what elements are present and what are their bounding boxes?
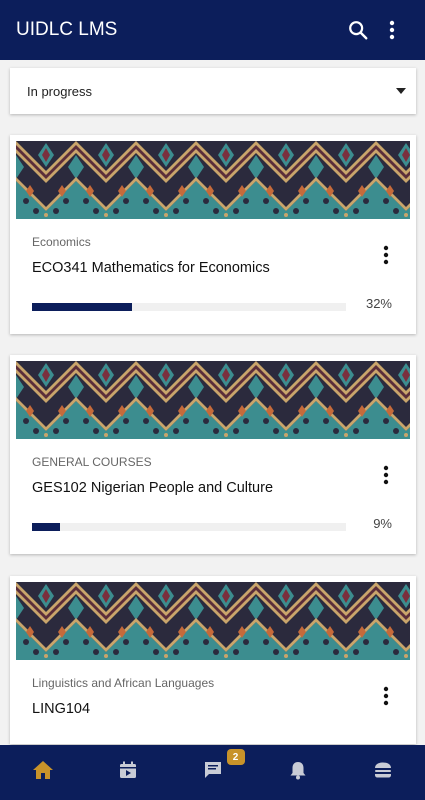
menu-icon: [373, 761, 393, 784]
course-card[interactable]: GENERAL COURSES GES102 Nigerian People a…: [10, 355, 416, 554]
course-category: GENERAL COURSES: [32, 455, 152, 469]
progress-percent: 9%: [373, 516, 392, 531]
tab-home[interactable]: [0, 745, 85, 800]
more-vert-icon[interactable]: [375, 13, 409, 47]
progress-bar: [32, 523, 346, 531]
course-name: ECO341 Mathematics for Economics: [32, 260, 270, 276]
tab-menu[interactable]: [340, 745, 425, 800]
course-name: GES102 Nigerian People and Culture: [32, 480, 274, 496]
course-more-icon[interactable]: [376, 684, 396, 708]
calendar-icon: [118, 760, 138, 785]
course-banner-image: [16, 141, 410, 219]
course-banner-image: [16, 361, 410, 439]
notifications-icon: [289, 760, 307, 785]
course-category: Economics: [32, 235, 91, 249]
messages-icon: [202, 760, 224, 785]
progress-bar: [32, 303, 346, 311]
search-icon[interactable]: [341, 13, 375, 47]
tab-calendar[interactable]: [85, 745, 170, 800]
dropdown-caret-icon: [396, 88, 406, 94]
course-card[interactable]: Linguistics and African Languages LING10…: [10, 576, 416, 744]
course-name: LING104: [32, 701, 91, 717]
course-card[interactable]: Economics ECO341 Mathematics for Economi…: [10, 135, 416, 334]
progress-percent: 32%: [365, 296, 392, 311]
tab-notifications[interactable]: [255, 745, 340, 800]
messages-badge: 2: [226, 749, 245, 765]
app-title: UIDLC LMS: [16, 19, 118, 40]
filter-value: In progress: [27, 83, 93, 99]
tab-messages[interactable]: 2: [170, 745, 255, 800]
course-more-icon[interactable]: [376, 243, 396, 267]
course-banner-image: [16, 582, 410, 660]
app-bar: UIDLC LMS: [0, 0, 425, 60]
bottom-navigation: 2: [0, 745, 425, 800]
progress-fill: [32, 523, 61, 531]
course-more-icon[interactable]: [376, 463, 396, 487]
home-icon: [32, 760, 54, 785]
course-category: Linguistics and African Languages: [32, 676, 215, 690]
progress-fill: [32, 303, 133, 311]
course-filter-dropdown[interactable]: In progress: [10, 68, 416, 114]
